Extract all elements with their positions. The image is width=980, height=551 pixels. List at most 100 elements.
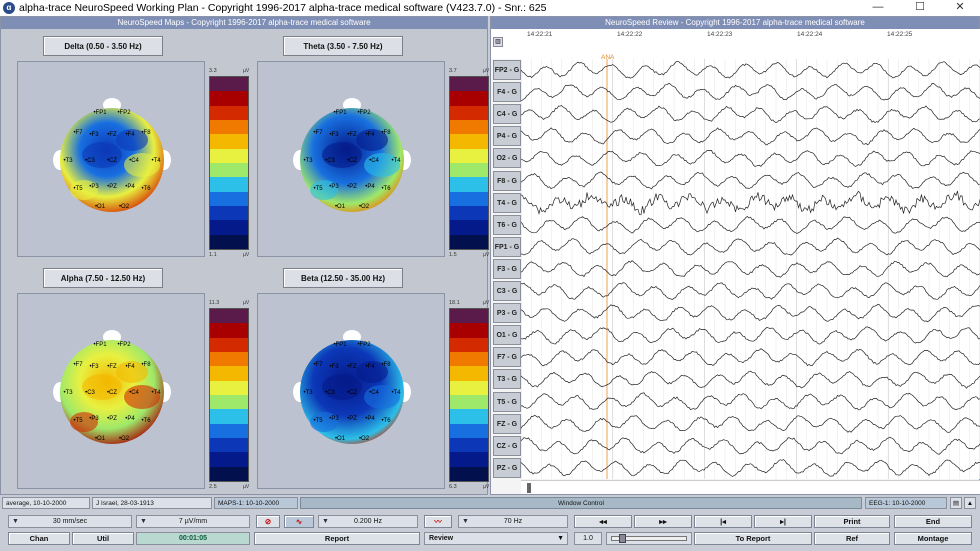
maps-selector[interactable]: MAPS-1: 10-10-2000	[214, 497, 298, 509]
electrode-label: •PZ	[107, 416, 117, 422]
trace-fp1	[521, 237, 980, 256]
to-report-button[interactable]: To Report	[694, 532, 812, 545]
electrode-label: •F4	[365, 132, 375, 138]
electrode-label: •O2	[359, 436, 370, 442]
map-beta: Beta (12.50 - 35.00 Hz) •FP1 •FP2 •F7 •F3 •FZ…	[249, 263, 491, 495]
wave-icon[interactable]: 〰	[424, 515, 452, 528]
electrode-label: •T6	[381, 186, 391, 192]
montage-status: average, 10-10-2000	[2, 497, 90, 509]
review-panel-title: NeuroSpeed Review - Copyright 1996-2017 …	[491, 17, 979, 29]
trace-o2	[521, 150, 980, 167]
trace-p4	[521, 127, 980, 146]
scroll-thumb[interactable]	[527, 483, 531, 493]
first-page-button[interactable]: |◂	[694, 515, 752, 528]
trace-t3	[521, 370, 980, 389]
band-title: Alpha (7.50 - 12.50 Hz)	[43, 268, 163, 288]
channel-label[interactable]: T4 - G	[493, 192, 521, 213]
channel-label[interactable]: FP1 - G	[493, 236, 521, 257]
report-button[interactable]: Report	[254, 532, 420, 545]
electrode-label: •T4	[151, 158, 161, 164]
channel-label[interactable]: FZ - G	[493, 413, 521, 434]
map-alpha: Alpha (7.50 - 12.50 Hz) •FP1 •FP2 •F7 •F3 •FZ…	[9, 263, 251, 495]
minimize-button[interactable]: —	[858, 0, 898, 16]
scale-unit: µV	[483, 252, 490, 258]
channel-label[interactable]: PZ - G	[493, 457, 521, 478]
trace-f4	[521, 82, 980, 102]
notch-icon[interactable]: ∿	[284, 515, 314, 528]
channel-label[interactable]: CZ - G	[493, 435, 521, 456]
review-scrollbar[interactable]	[521, 480, 980, 494]
electrode-label: •F4	[125, 364, 135, 370]
ratio-slider[interactable]	[606, 532, 692, 545]
electrode-label: •C4	[129, 158, 139, 164]
channel-label[interactable]: T3 - G	[493, 369, 521, 390]
maps-panel: NeuroSpeed Maps - Copyright 1996-2017 al…	[0, 16, 491, 495]
eeg-selector[interactable]: EEG-1: 10-10-2000	[865, 497, 947, 509]
channel-label[interactable]: P3 - G	[493, 303, 521, 324]
color-scale: 18.1 µV 6.3 µV	[449, 300, 489, 490]
channel-label[interactable]: F7 - G	[493, 347, 521, 368]
eeg-traces[interactable]	[521, 59, 980, 479]
electrode-label: •F7	[73, 362, 83, 368]
trace-fp2	[521, 60, 980, 79]
electrode-label: •C3	[85, 390, 95, 396]
electrode-label: •P3	[89, 184, 99, 190]
close-button[interactable]: ✕	[940, 0, 980, 16]
last-page-button[interactable]: ▸|	[754, 515, 812, 528]
montage-button[interactable]: Montage	[894, 532, 972, 545]
channel-label[interactable]: F3 - G	[493, 258, 521, 279]
highcut-select[interactable]: ▼ 70 Hz	[458, 515, 568, 528]
end-button[interactable]: End	[894, 515, 972, 528]
util-button[interactable]: Util	[72, 532, 134, 545]
ratio-field[interactable]: 1.0	[574, 532, 602, 545]
electrode-label: •P4	[365, 416, 375, 422]
electrode-label: •C4	[129, 390, 139, 396]
channel-label[interactable]: P4 - G	[493, 126, 521, 147]
channel-label[interactable]: O2 - G	[493, 148, 521, 169]
review-select[interactable]: Review ▼	[424, 532, 568, 545]
channel-label[interactable]: T5 - G	[493, 391, 521, 412]
lowcut-select[interactable]: ▼ 0.200 Hz	[318, 515, 418, 528]
scale-unit: µV	[483, 68, 490, 74]
electrode-label: •O2	[119, 204, 130, 210]
electrode-label: •FP1	[93, 342, 107, 348]
fast-forward-button[interactable]: ▸▸	[634, 515, 692, 528]
channel-label[interactable]: C4 - G	[493, 104, 521, 125]
channel-label[interactable]: C3 - G	[493, 281, 521, 302]
time-axis: ▥ ANA 14:22:21 14:22:22 14:22:23 14:22:24 14…	[491, 29, 980, 61]
maximize-button[interactable]: ☐	[900, 0, 940, 16]
trace-c4	[521, 105, 980, 124]
map-delta: Delta (0.50 - 3.50 Hz) •FP1 •FP2 •F7 •F3 •FZ •…	[9, 31, 251, 263]
window-control[interactable]: Window Control	[300, 497, 862, 509]
electrode-label: •F3	[89, 132, 99, 138]
speed-select[interactable]: ▼ 30 mm/sec	[8, 515, 132, 528]
scale-unit: µV	[483, 300, 490, 306]
chan-button[interactable]: Chan	[8, 532, 70, 545]
electrode-label: •FZ	[107, 364, 117, 370]
filter-off-icon[interactable]: ⊘	[256, 515, 280, 528]
electrode-label: •F8	[381, 362, 391, 368]
electrode-label: •T4	[151, 390, 161, 396]
sensitivity-select[interactable]: ▼ 7 µV/mm	[136, 515, 250, 528]
print-button[interactable]: Print	[814, 515, 890, 528]
channel-label[interactable]: F4 - G	[493, 82, 521, 103]
electrode-label: •F3	[89, 364, 99, 370]
electrode-label: •T3	[63, 158, 73, 164]
montage-icon[interactable]: ▥	[493, 37, 503, 47]
channel-label[interactable]: O1 - G	[493, 325, 521, 346]
time-tick: 14:22:22	[617, 31, 643, 38]
ref-button[interactable]: Ref	[814, 532, 890, 545]
electrode-label: •T4	[391, 158, 401, 164]
channel-label[interactable]: F8 - G	[493, 170, 521, 191]
trace-f7	[521, 348, 980, 367]
up-icon[interactable]: ▲	[964, 497, 976, 509]
electrode-label: •O2	[359, 204, 370, 210]
rewind-button[interactable]: ◂◂	[574, 515, 632, 528]
channel-label[interactable]: FP2 - G	[493, 60, 521, 80]
electrode-label: •T6	[141, 186, 151, 192]
layout-icon[interactable]: ▤	[950, 497, 962, 509]
scale-unit: µV	[483, 484, 490, 490]
electrode-label: •C3	[85, 158, 95, 164]
slider-handle[interactable]	[619, 534, 626, 543]
channel-label[interactable]: T6 - G	[493, 214, 521, 235]
